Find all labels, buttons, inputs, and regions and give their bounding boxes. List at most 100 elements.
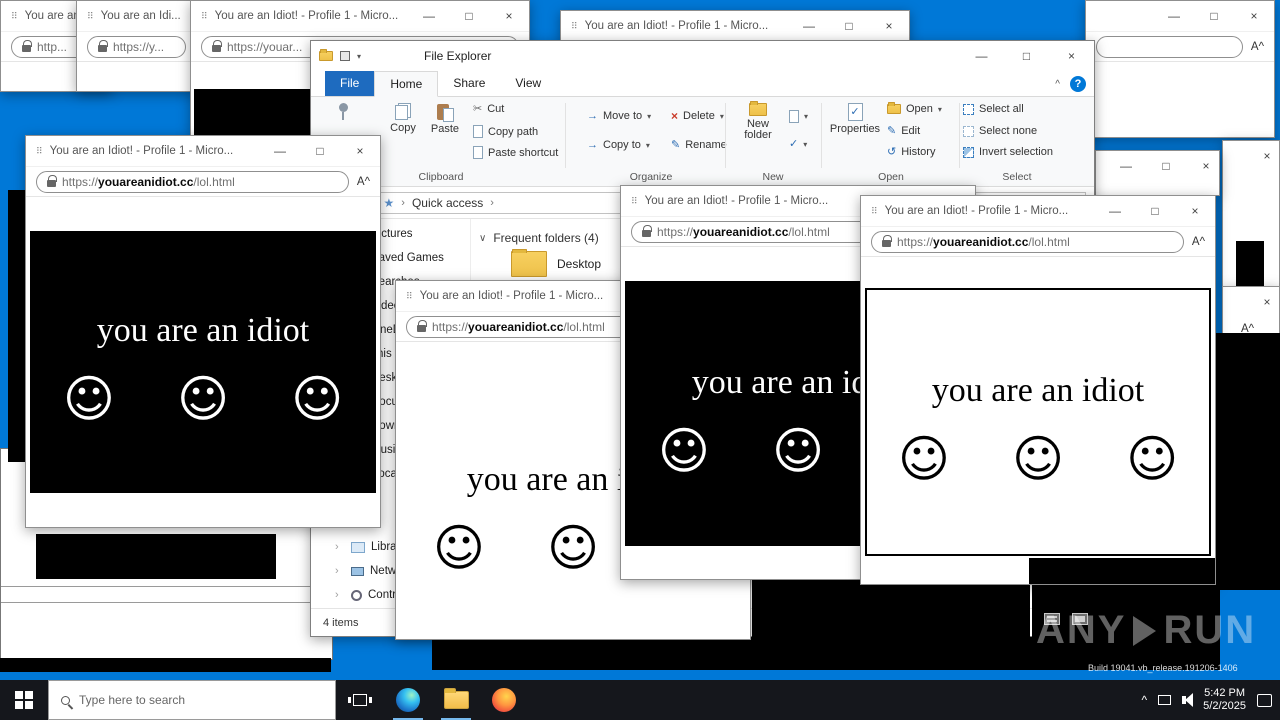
close-button[interactable]: × bbox=[1186, 151, 1219, 181]
window-titlebar[interactable]: — □ × bbox=[1086, 1, 1274, 31]
help-icon[interactable]: ? bbox=[1070, 76, 1086, 92]
edit-button[interactable]: ✎ Edit bbox=[887, 125, 920, 137]
window-titlebar[interactable]: — □ × bbox=[1096, 151, 1219, 181]
minimize-button[interactable]: — bbox=[1095, 196, 1135, 226]
url-box[interactable] bbox=[1096, 35, 1243, 58]
minimize-button[interactable]: — bbox=[1106, 151, 1146, 181]
smiley-icon: ☺ bbox=[176, 370, 230, 428]
pencil-icon: ✎ bbox=[671, 138, 681, 151]
window-titlebar[interactable]: × bbox=[1223, 287, 1279, 317]
easy-access-button[interactable]: ✓ ▾ bbox=[789, 139, 807, 150]
window-titlebar[interactable]: ⠿ You are an Idiot! - Profile 1 - Micro.… bbox=[26, 136, 380, 166]
close-button[interactable]: × bbox=[340, 136, 380, 166]
volume-icon[interactable] bbox=[1182, 693, 1194, 707]
task-view-button[interactable] bbox=[336, 680, 384, 720]
close-button[interactable]: × bbox=[1255, 141, 1279, 171]
new-item-button[interactable]: ▾ bbox=[789, 110, 808, 123]
window-titlebar[interactable]: ⠿ You are an Idiot! - Profile 1 - Micro.… bbox=[191, 1, 529, 31]
ribbon-collapse-icon[interactable]: ^ bbox=[1055, 79, 1060, 90]
group-label-select: Select bbox=[1002, 171, 1032, 183]
explorer-titlebar[interactable]: ▾ File Explorer — □ × bbox=[311, 41, 1094, 71]
url-box[interactable]: https://y... bbox=[87, 35, 186, 58]
read-aloud-icon[interactable]: A^ bbox=[1251, 41, 1264, 53]
minimize-button[interactable]: — bbox=[1154, 1, 1194, 31]
move-arrow-icon: → bbox=[587, 109, 598, 122]
address-bar: https://youareanidiot.cc/lol.html A^ bbox=[861, 226, 1215, 257]
window-titlebar[interactable]: ⠿ You are an Idi... bbox=[77, 1, 196, 31]
page-icon bbox=[473, 125, 483, 138]
action-center-icon[interactable] bbox=[1257, 693, 1272, 707]
edge-window-partial-6: — □ × bbox=[1095, 150, 1220, 196]
taskbar-search[interactable]: Type here to search bbox=[48, 680, 336, 720]
minimize-button[interactable]: — bbox=[409, 1, 449, 31]
maximize-button[interactable]: □ bbox=[300, 136, 340, 166]
network-icon[interactable] bbox=[1158, 695, 1172, 705]
group-label-clipboard: Clipboard bbox=[418, 171, 464, 183]
pin-to-quick-access-button[interactable] bbox=[325, 103, 361, 120]
maximize-button[interactable]: □ bbox=[1135, 196, 1175, 226]
new-folder-button[interactable]: New folder bbox=[735, 101, 781, 141]
window-titlebar[interactable]: ⠿ You are an Idiot! - Profile 1 - Micro.… bbox=[861, 196, 1215, 226]
paste-shortcut-button[interactable]: Paste shortcut bbox=[473, 146, 558, 159]
ribbon: Copy Paste ✂ Cut Copy path Paste shortcut… bbox=[311, 97, 1094, 187]
window-titlebar[interactable]: ⠿ You are an Idiot! - Profile 1 - Micro.… bbox=[561, 11, 909, 41]
close-button[interactable]: × bbox=[1049, 41, 1094, 71]
tab-home[interactable]: Home bbox=[374, 71, 439, 97]
close-button[interactable]: × bbox=[1255, 287, 1279, 317]
copy-path-button[interactable]: Copy path bbox=[473, 125, 538, 138]
open-button[interactable]: Open ▾ bbox=[887, 102, 942, 115]
edge-taskbar-button[interactable] bbox=[384, 680, 432, 720]
start-button[interactable] bbox=[0, 680, 48, 720]
file-explorer-icon bbox=[443, 688, 469, 709]
url-box[interactable]: https://youareanidiot.cc/lol.html bbox=[871, 230, 1184, 253]
minimize-button[interactable]: — bbox=[260, 136, 300, 166]
address-bar: https://youareanidiot.cc/lol.html A^ bbox=[26, 166, 380, 197]
select-all-button[interactable]: Select all bbox=[963, 103, 1024, 115]
invert-selection-button[interactable]: Invert selection bbox=[963, 146, 1053, 158]
copy-to-button[interactable]: → Copy to ▾ bbox=[587, 139, 650, 151]
minimize-button[interactable]: — bbox=[959, 41, 1004, 71]
close-button[interactable]: × bbox=[489, 1, 529, 31]
tab-share[interactable]: Share bbox=[438, 71, 500, 96]
chevron-right-icon: › bbox=[401, 196, 405, 209]
close-button[interactable]: × bbox=[869, 11, 909, 41]
new-item-icon bbox=[789, 110, 799, 123]
close-button[interactable]: × bbox=[1234, 1, 1274, 31]
maximize-button[interactable]: □ bbox=[829, 11, 869, 41]
tab-file[interactable]: File bbox=[325, 71, 375, 96]
window-titlebar[interactable]: × bbox=[1223, 141, 1279, 171]
read-aloud-icon[interactable]: A^ bbox=[357, 176, 370, 188]
close-button[interactable]: × bbox=[1175, 196, 1215, 226]
rename-button[interactable]: ✎ Rename bbox=[671, 139, 727, 151]
url-box[interactable]: https://youareanidiot.cc/lol.html bbox=[36, 170, 349, 193]
url-text: https://youareanidiot.cc/lol.html bbox=[897, 234, 1070, 249]
file-explorer-taskbar-button[interactable] bbox=[432, 680, 480, 720]
frequent-folders-header[interactable]: ∨ Frequent folders (4) bbox=[479, 231, 599, 245]
move-to-button[interactable]: → Move to ▾ bbox=[587, 110, 651, 122]
chevron-right-icon: › bbox=[490, 196, 494, 209]
firefox-taskbar-button[interactable] bbox=[480, 680, 528, 720]
read-aloud-icon[interactable]: A^ bbox=[1192, 236, 1205, 248]
minimize-button[interactable]: — bbox=[789, 11, 829, 41]
properties-button[interactable]: ✓ Properties bbox=[829, 103, 881, 135]
chevron-down-icon: ▾ bbox=[645, 140, 650, 150]
maximize-button[interactable]: □ bbox=[1146, 151, 1186, 181]
taskbar-clock[interactable]: 5:42 PM 5/2/2025 bbox=[1203, 687, 1246, 713]
tray-expand-icon[interactable]: ^ bbox=[1142, 693, 1148, 707]
history-button[interactable]: ↺ History bbox=[887, 146, 935, 158]
maximize-button[interactable]: □ bbox=[449, 1, 489, 31]
maximize-button[interactable]: □ bbox=[1004, 41, 1049, 71]
qat-customize-chevron-icon[interactable]: ▾ bbox=[357, 52, 361, 61]
desktop-folder-tile[interactable]: Desktop bbox=[511, 249, 601, 277]
tab-view[interactable]: View bbox=[500, 71, 556, 96]
chevron-down-icon: ▾ bbox=[719, 111, 724, 121]
cut-button[interactable]: ✂ Cut bbox=[473, 103, 504, 115]
delete-button[interactable]: × Delete ▾ bbox=[671, 110, 724, 122]
breadcrumb-root[interactable]: Quick access bbox=[412, 196, 483, 210]
lock-icon bbox=[98, 40, 108, 52]
paste-button[interactable]: Paste bbox=[424, 103, 466, 135]
maximize-button[interactable]: □ bbox=[1194, 1, 1234, 31]
select-none-button[interactable]: Select none bbox=[963, 125, 1037, 137]
copy-button[interactable]: Copy bbox=[382, 103, 424, 134]
qat-properties-icon[interactable] bbox=[340, 51, 350, 61]
